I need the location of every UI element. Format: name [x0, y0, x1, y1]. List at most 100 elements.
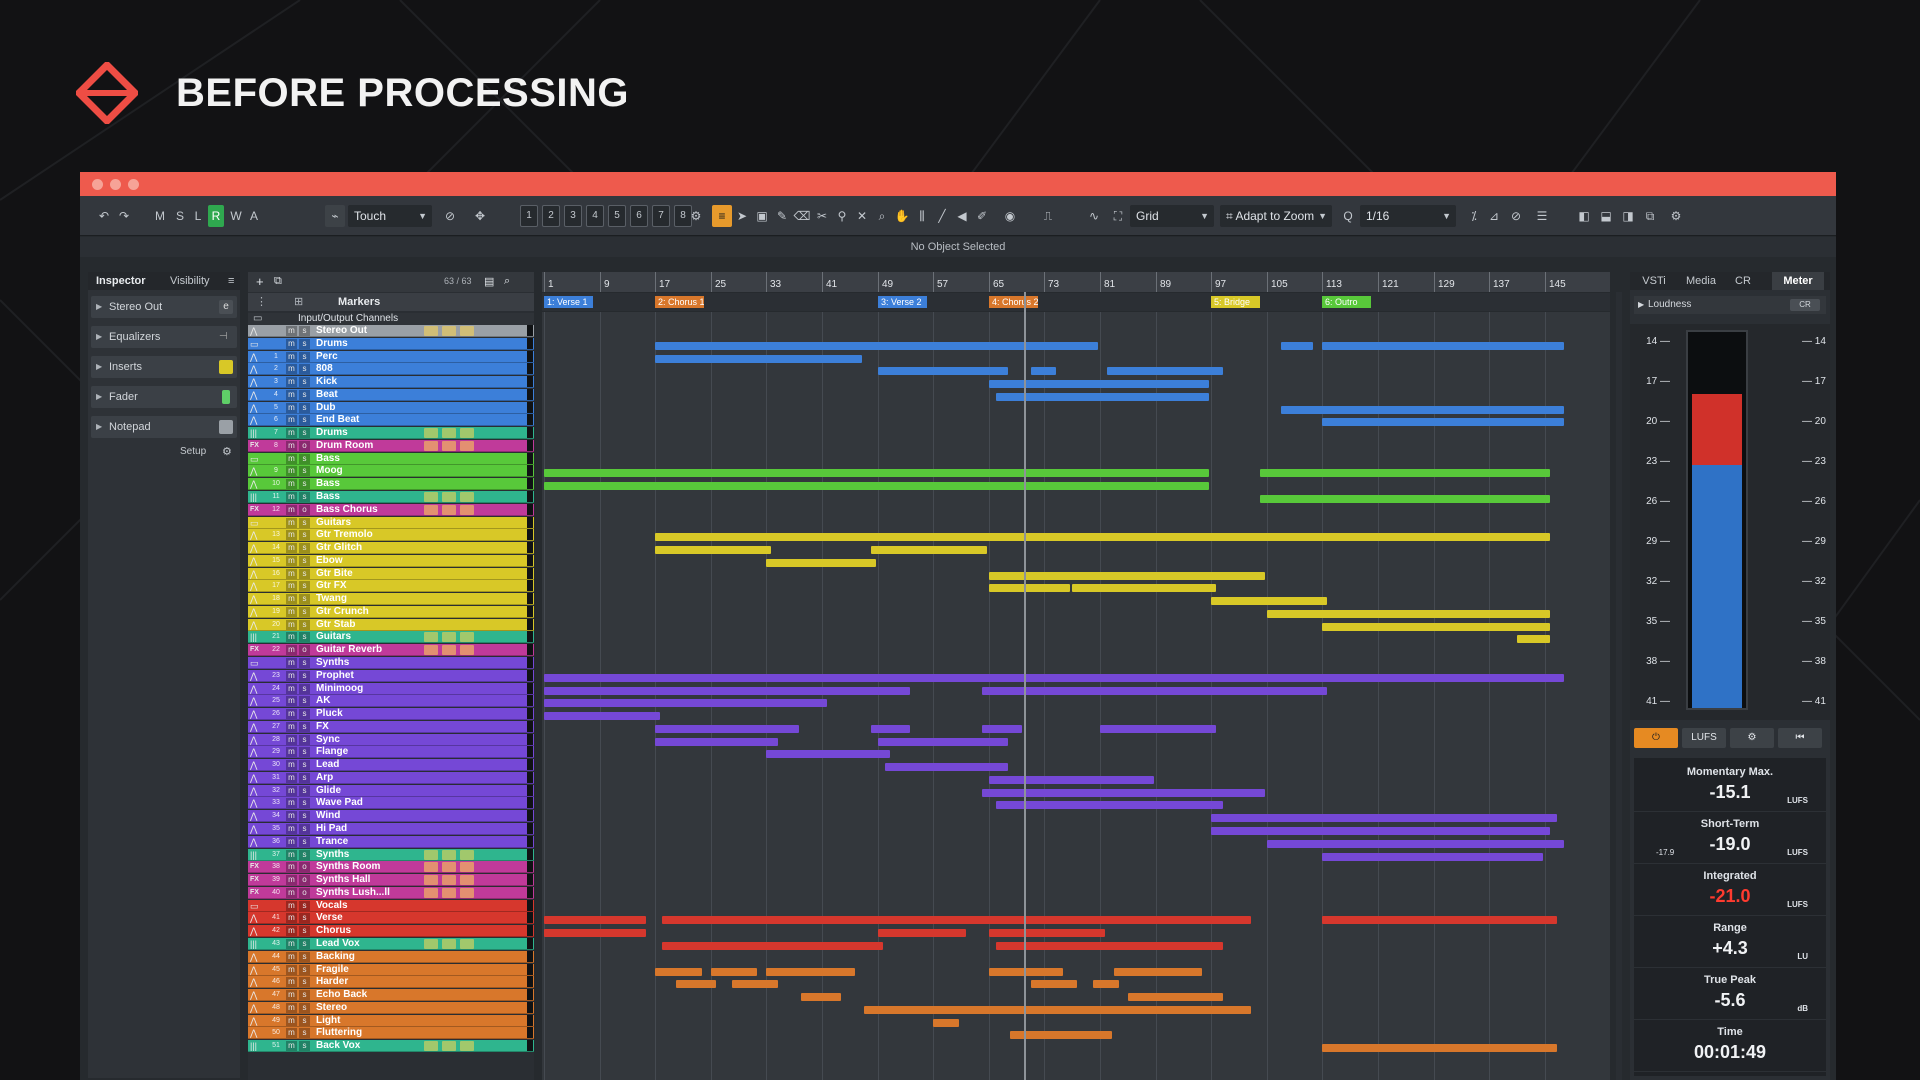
track-control-button[interactable] — [460, 632, 474, 643]
solo-button[interactable]: s — [299, 530, 310, 541]
visibility-icon[interactable]: ▤ — [484, 275, 494, 288]
solo-button[interactable]: s — [299, 479, 310, 490]
mute-button[interactable]: m — [286, 913, 297, 924]
locator-5-button[interactable]: 5 — [608, 205, 626, 227]
audio-event[interactable] — [1031, 367, 1056, 376]
mute-button[interactable]: m — [286, 389, 297, 400]
track-row[interactable]: ⋀ 34 m s Wind — [248, 810, 534, 823]
timeline-ruler[interactable]: 1 9 17 25 33 41 49 57 65 73 81 89 97 105 113 121 129 137 1… — [542, 272, 1610, 292]
quantize-icon[interactable]: Q — [1338, 205, 1358, 227]
mute-button[interactable]: m — [286, 683, 297, 694]
mute-button[interactable]: m — [286, 951, 297, 962]
glue-tool-icon[interactable]: ⚲ — [832, 205, 852, 227]
io-folder-row[interactable]: ▭ Input/Output Channels — [248, 313, 534, 325]
solo-button[interactable]: s — [299, 938, 310, 949]
track-row[interactable]: ⋀ 14 m s Gtr Glitch — [248, 542, 534, 555]
undo-icon[interactable]: ↶ — [94, 205, 114, 227]
track-control-button[interactable] — [442, 1041, 456, 1052]
track-row[interactable]: FX 39 m o Synths Hall — [248, 874, 534, 887]
audio-event[interactable] — [766, 750, 890, 759]
tab-cr[interactable]: CR — [1728, 272, 1758, 290]
solo-button[interactable]: o — [299, 875, 310, 886]
track-control-button[interactable] — [460, 887, 474, 898]
pointer-tool-icon[interactable]: ➤ — [732, 205, 752, 227]
audio-event[interactable] — [544, 699, 827, 708]
track-control-button[interactable] — [424, 938, 438, 949]
audio-event[interactable] — [982, 724, 1022, 733]
track-control-button[interactable] — [460, 1041, 474, 1052]
snap-icon[interactable]: ⎍ — [1038, 205, 1058, 227]
audio-event[interactable] — [1031, 980, 1077, 989]
track-row[interactable]: ⋀ m s Stereo Out — [248, 325, 534, 337]
marker-track[interactable]: ⋮ ⊞ Markers — [248, 293, 534, 311]
mute-button[interactable]: m — [286, 849, 297, 860]
track-row[interactable]: ⋀ 26 m s Pluck — [248, 708, 534, 721]
mute-button[interactable]: m — [286, 517, 297, 528]
audio-event[interactable] — [655, 737, 778, 746]
marker-1[interactable]: 1: Verse 1 — [544, 296, 593, 308]
track-control-button[interactable] — [442, 862, 456, 873]
power-icon[interactable]: ⏻ — [1634, 728, 1678, 748]
toolbar-l-button[interactable]: L — [190, 205, 206, 227]
show-left-zone-icon[interactable]: ◧ — [1574, 205, 1594, 227]
audio-event[interactable] — [655, 354, 862, 363]
solo-button[interactable]: s — [299, 849, 310, 860]
solo-button[interactable]: s — [299, 389, 310, 400]
track-control-button[interactable] — [460, 862, 474, 873]
track-row[interactable]: ⋀ 36 m s Trance — [248, 835, 534, 848]
tab-vsti[interactable]: VSTi — [1634, 272, 1674, 290]
mute-button[interactable]: m — [286, 760, 297, 771]
mute-button[interactable]: m — [286, 772, 297, 783]
track-control-button[interactable] — [442, 504, 456, 515]
track-row[interactable]: FX 22 m o Guitar Reverb — [248, 644, 534, 657]
track-control-button[interactable] — [460, 326, 474, 336]
audio-event[interactable] — [989, 929, 1105, 938]
track-control-button[interactable] — [424, 504, 438, 515]
track-control-button[interactable] — [442, 887, 456, 898]
mute-button[interactable]: m — [286, 555, 297, 566]
timewarp-tool-icon[interactable]: ⫼ — [912, 205, 932, 227]
mute-button[interactable]: m — [286, 504, 297, 515]
solo-button[interactable]: s — [299, 351, 310, 362]
track-row[interactable]: ⋀ 49 m s Light — [248, 1014, 534, 1027]
solo-button[interactable]: s — [299, 543, 310, 554]
audio-event[interactable] — [1093, 980, 1119, 989]
sync-icon[interactable]: ⊘ — [1506, 205, 1526, 227]
track-row[interactable]: ⋀ 10 m s Bass — [248, 478, 534, 491]
track-control-button[interactable] — [424, 849, 438, 860]
solo-button[interactable]: s — [299, 798, 310, 809]
mute-button[interactable]: m — [286, 1041, 297, 1052]
track-control-button[interactable] — [460, 428, 474, 439]
toolbar-m-button[interactable]: M — [152, 205, 168, 227]
mute-button[interactable]: m — [286, 364, 297, 375]
track-control-button[interactable] — [442, 428, 456, 439]
track-row[interactable]: ||| 21 m s Guitars — [248, 631, 534, 644]
marker-2[interactable]: 2: Chorus 1 — [655, 296, 704, 308]
audio-event[interactable] — [544, 686, 910, 695]
audio-event[interactable] — [1517, 635, 1550, 644]
audio-event[interactable] — [655, 341, 1098, 350]
track-row[interactable]: ⋀ 19 m s Gtr Crunch — [248, 605, 534, 618]
arrange-window[interactable] — [542, 312, 1610, 1080]
solo-button[interactable]: o — [299, 504, 310, 515]
audio-event[interactable] — [544, 929, 646, 938]
track-control-button[interactable] — [424, 887, 438, 898]
solo-button[interactable]: s — [299, 377, 310, 388]
track-row[interactable]: ⋀ 1 m s Perc — [248, 350, 534, 363]
track-row[interactable]: ⋀ 35 m s Hi Pad — [248, 823, 534, 836]
constrain-icon[interactable]: ⊘ — [440, 205, 460, 227]
track-row[interactable]: ⋀ 48 m s Stereo — [248, 1001, 534, 1014]
solo-button[interactable]: s — [299, 338, 310, 349]
audio-event[interactable] — [1128, 993, 1223, 1002]
solo-button[interactable]: o — [299, 887, 310, 898]
settings-icon[interactable]: ⚙ — [1730, 728, 1774, 748]
solo-button[interactable]: o — [299, 645, 310, 656]
solo-button[interactable]: s — [299, 785, 310, 796]
track-control-button[interactable] — [424, 1041, 438, 1052]
mute-button[interactable]: m — [286, 875, 297, 886]
range-tool-icon[interactable]: ▣ — [752, 205, 772, 227]
audio-event[interactable] — [989, 775, 1154, 784]
track-control-button[interactable] — [460, 938, 474, 949]
zoom-tool-icon[interactable]: ⌕ — [872, 205, 892, 227]
quantize-select[interactable]: 1/16 ▼ — [1360, 205, 1456, 227]
